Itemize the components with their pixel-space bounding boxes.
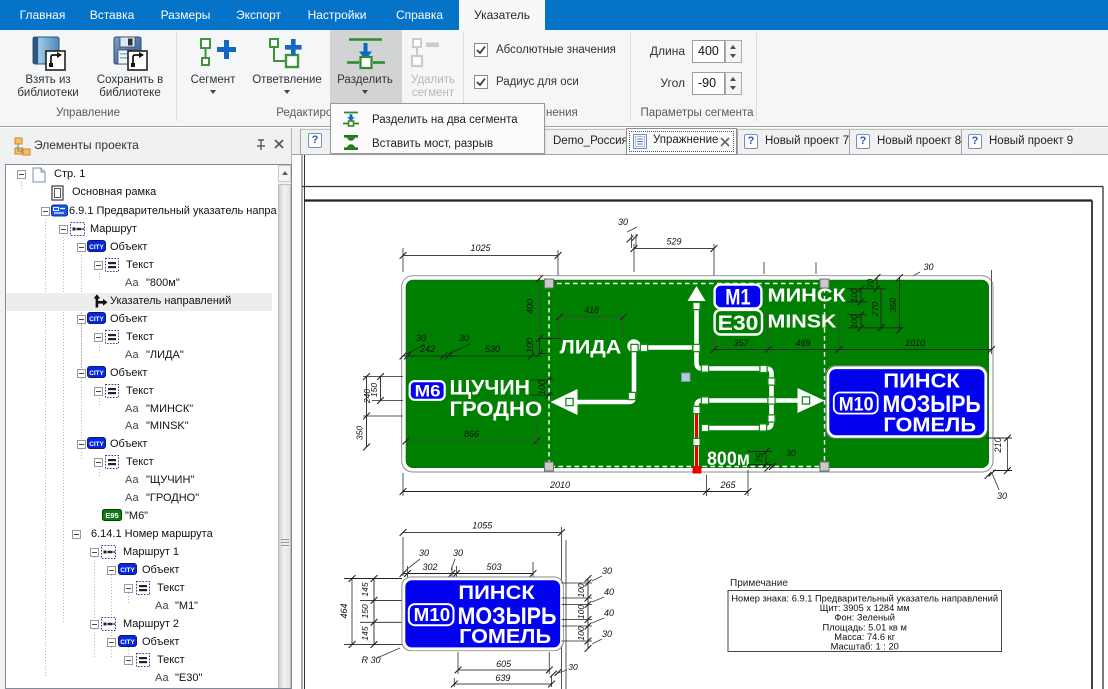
svg-text:М6: М6 bbox=[415, 382, 441, 401]
svg-text:30: 30 bbox=[602, 629, 612, 639]
svg-text:100: 100 bbox=[525, 338, 535, 353]
svg-text:270: 270 bbox=[870, 302, 880, 317]
svg-text:ЛИДА: ЛИДА bbox=[560, 337, 622, 359]
svg-text:70: 70 bbox=[866, 279, 876, 289]
svg-text:503: 503 bbox=[486, 562, 501, 572]
svg-text:30: 30 bbox=[997, 491, 1007, 501]
svg-text:265: 265 bbox=[719, 480, 736, 490]
svg-text:Номер знака: 6.9.1 Предварител: Номер знака: 6.9.1 Предварительный указа… bbox=[731, 594, 998, 604]
svg-text:2010: 2010 bbox=[549, 480, 570, 490]
svg-text:40: 40 bbox=[604, 587, 614, 597]
svg-text:100: 100 bbox=[849, 288, 859, 302]
svg-text:100: 100 bbox=[537, 380, 547, 395]
svg-text:469: 469 bbox=[795, 338, 810, 348]
svg-text:ЩУЧИН: ЩУЧИН bbox=[450, 376, 531, 400]
svg-text:М10: М10 bbox=[414, 605, 451, 625]
svg-text:MINSK: MINSK bbox=[768, 312, 837, 332]
svg-text:CITY: CITY bbox=[89, 244, 104, 251]
svg-text:145: 145 bbox=[360, 626, 370, 640]
svg-text:CITY: CITY bbox=[89, 316, 104, 323]
svg-text:CITY: CITY bbox=[120, 639, 135, 646]
svg-text:ГОМЕЛЬ: ГОМЕЛЬ bbox=[883, 415, 976, 437]
svg-text:1025: 1025 bbox=[470, 243, 491, 253]
svg-text:М10: М10 bbox=[839, 393, 874, 415]
svg-text:302: 302 bbox=[422, 562, 437, 572]
svg-text:100: 100 bbox=[576, 626, 586, 640]
svg-text:30: 30 bbox=[419, 548, 429, 558]
svg-text:866: 866 bbox=[464, 429, 479, 439]
svg-text:30: 30 bbox=[453, 548, 463, 558]
svg-text:ГРОДНО: ГРОДНО bbox=[450, 397, 543, 421]
svg-text:529: 529 bbox=[666, 237, 681, 247]
svg-text:CITY: CITY bbox=[120, 567, 135, 574]
svg-text:350: 350 bbox=[888, 298, 898, 312]
svg-text:242: 242 bbox=[419, 344, 435, 354]
svg-text:30: 30 bbox=[459, 333, 469, 343]
svg-text:Щит: 3905 х 1284 мм: Щит: 3905 х 1284 мм bbox=[820, 603, 910, 613]
svg-text:R 30: R 30 bbox=[361, 655, 380, 665]
svg-text:100: 100 bbox=[576, 583, 586, 597]
svg-text:530: 530 bbox=[485, 344, 500, 354]
svg-text:МИНСК: МИНСК bbox=[768, 285, 847, 306]
svg-text:ПИНСК: ПИНСК bbox=[458, 583, 535, 604]
svg-text:145: 145 bbox=[360, 582, 370, 596]
svg-text:1055: 1055 bbox=[472, 521, 493, 531]
svg-text:E95: E95 bbox=[105, 511, 118, 520]
svg-text:Масштаб: 1 : 20: Масштаб: 1 : 20 bbox=[831, 642, 899, 652]
svg-text:639: 639 bbox=[495, 673, 510, 683]
svg-text:CITY: CITY bbox=[89, 441, 104, 448]
svg-text:Е30: Е30 bbox=[718, 311, 759, 335]
svg-text:150: 150 bbox=[360, 604, 370, 618]
svg-text:ГОМЕЛЬ: ГОМЕЛЬ bbox=[459, 626, 551, 648]
svg-text:ПИНСК: ПИНСК bbox=[883, 371, 960, 393]
svg-text:CITY: CITY bbox=[89, 370, 104, 377]
svg-text:210: 210 bbox=[993, 437, 1003, 453]
svg-text:350: 350 bbox=[355, 426, 365, 440]
svg-text:30: 30 bbox=[786, 448, 796, 458]
svg-text:400: 400 bbox=[525, 299, 535, 314]
svg-text:100: 100 bbox=[849, 314, 859, 328]
svg-text:М1: М1 bbox=[725, 285, 750, 310]
svg-text:464: 464 bbox=[339, 603, 349, 618]
svg-text:Фон: Зеленый: Фон: Зеленый bbox=[834, 613, 895, 623]
svg-text:30: 30 bbox=[618, 217, 628, 227]
svg-text:605: 605 bbox=[496, 659, 512, 669]
svg-text:30: 30 bbox=[568, 662, 578, 672]
svg-text:357: 357 bbox=[733, 338, 749, 348]
svg-text:240: 240 bbox=[362, 389, 372, 404]
svg-text:30: 30 bbox=[602, 566, 612, 576]
svg-text:30: 30 bbox=[416, 333, 426, 343]
svg-text:800м: 800м bbox=[707, 449, 750, 470]
svg-text:40: 40 bbox=[604, 608, 614, 618]
svg-text:75: 75 bbox=[755, 453, 765, 463]
svg-text:100: 100 bbox=[576, 605, 586, 619]
svg-text:Примечание: Примечание bbox=[730, 578, 788, 589]
svg-text:Масса: 74.6 кг: Масса: 74.6 кг bbox=[834, 632, 895, 642]
svg-text:Площадь: 5.01 кв м: Площадь: 5.01 кв м bbox=[823, 622, 907, 632]
svg-text:30: 30 bbox=[923, 262, 933, 272]
svg-text:1010: 1010 bbox=[905, 338, 925, 348]
svg-text:418: 418 bbox=[584, 305, 599, 315]
